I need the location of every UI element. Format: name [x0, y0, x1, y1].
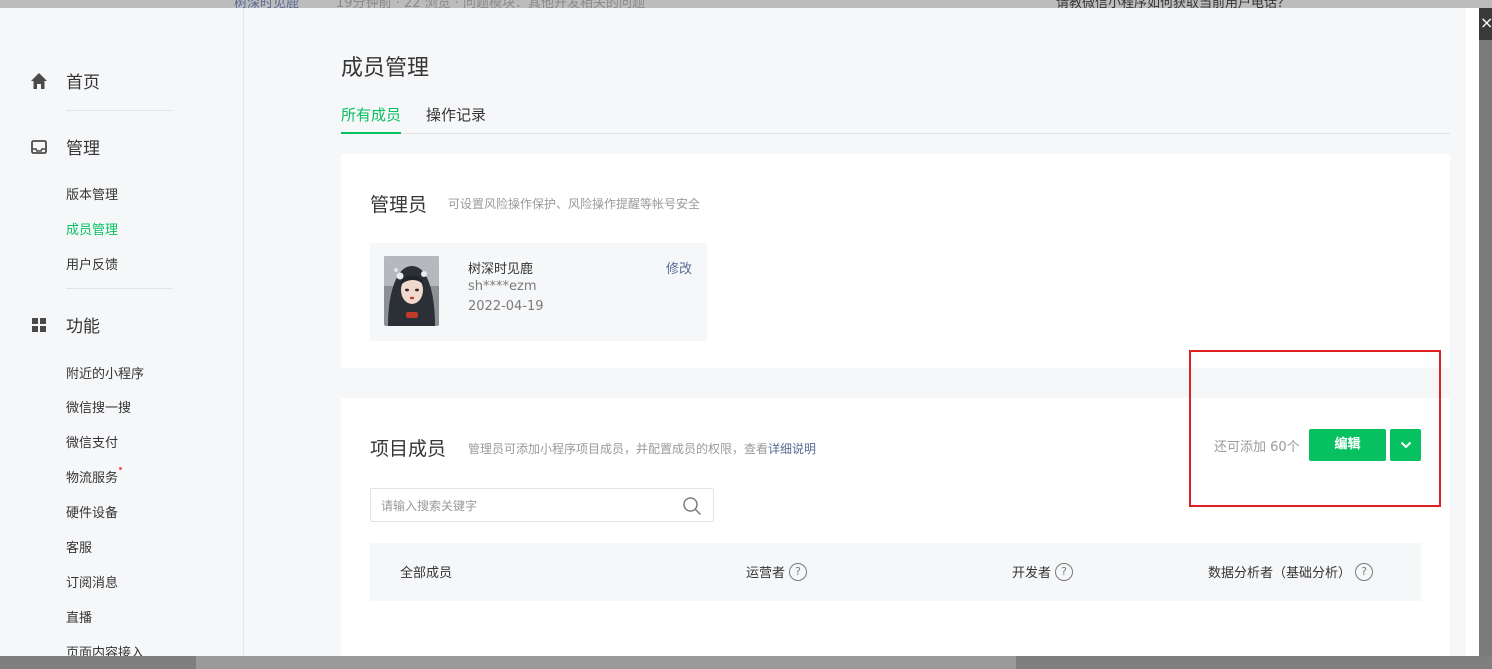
sidebar-item-feedback[interactable]: 用户反馈: [66, 254, 118, 273]
tab-all-members[interactable]: 所有成员: [341, 104, 402, 134]
page-title: 成员管理: [341, 56, 430, 81]
member-management-panel: 首页 管理 版本管理 成员管理 用户反馈 功能 附近的小程序 微信搜一搜 微信支…: [0, 8, 1466, 656]
member-search-box: [370, 488, 714, 522]
column-all-members[interactable]: 全部成员: [400, 562, 452, 581]
admin-card-desc: 可设置风险操作保护、风险操作提醒等帐号安全: [448, 197, 701, 211]
sidebar-item-label: 功能: [66, 317, 100, 337]
panel-edge: [1466, 8, 1479, 656]
sidebar-item-label: 首页: [66, 73, 100, 93]
help-icon[interactable]: ?: [1355, 562, 1374, 581]
background-page-strip: 树深时见鹿 19分钟前 · 22 浏览 · 问题模块：其他开发相关的问题 请教微…: [0, 0, 1492, 8]
admin-date: 2022-04-19: [468, 299, 544, 314]
admin-edit-link[interactable]: 修改: [666, 258, 692, 277]
admin-card-title: 管理员: [370, 194, 428, 216]
sidebar-item-page-content[interactable]: 页面内容接入: [66, 642, 144, 656]
chevron-down-icon: [1400, 441, 1411, 449]
details-link[interactable]: 详细说明: [768, 442, 816, 456]
members-card-desc-text: 管理员可添加小程序项目成员，并配置成员的权限，查看: [468, 442, 769, 456]
column-operator: 运营者?: [746, 562, 808, 581]
search-input[interactable]: [381, 497, 671, 515]
sidebar-item-manage[interactable]: 管理: [30, 134, 100, 159]
column-developer: 开发者?: [1012, 562, 1074, 581]
admin-info-box: 树深时见鹿 sh****ezm 2022-04-19 修改: [370, 243, 707, 341]
admin-account: sh****ezm: [468, 279, 537, 294]
sidebar-divider: [66, 110, 173, 111]
sidebar-item-subscribe[interactable]: 订阅消息: [66, 572, 118, 591]
sidebar-item-members[interactable]: 成员管理: [66, 219, 118, 238]
column-label: 开发者: [1012, 566, 1052, 581]
background-question: 请教微信小程序如何获取当前用户电话？: [1056, 0, 1291, 8]
column-label: 数据分析者（基础分析）: [1208, 566, 1352, 581]
sidebar-item-search[interactable]: 微信搜一搜: [66, 397, 131, 416]
column-label: 运营者: [746, 566, 786, 581]
search-icon[interactable]: [682, 496, 702, 516]
admin-card: 管理员 可设置风险操作保护、风险操作提醒等帐号安全 树深时见鹿 sh****ez…: [341, 154, 1450, 368]
sidebar-item-label: 物流服务: [66, 471, 119, 486]
column-data-analyst: 数据分析者（基础分析）?: [1208, 562, 1374, 581]
help-icon[interactable]: ?: [1055, 562, 1074, 581]
sidebar-item-service[interactable]: 客服: [66, 537, 92, 556]
admin-name: 树深时见鹿: [468, 262, 534, 277]
members-table-header: 全部成员 运营者? 开发者? 数据分析者（基础分析）?: [370, 543, 1421, 601]
tab-operation-log[interactable]: 操作记录: [426, 104, 486, 134]
sidebar-item-logistics[interactable]: 物流服务: [66, 467, 123, 486]
background-meta: 19分钟前 · 22 浏览 · 问题模块：其他开发相关的问题: [336, 0, 646, 8]
tab-bar: 所有成员 操作记录: [341, 104, 1450, 134]
grid-icon: [30, 316, 48, 334]
background-author: 树深时见鹿: [234, 0, 300, 8]
remaining-quota: 还可添加 60个: [1214, 440, 1300, 455]
column-label: 全部成员: [400, 566, 453, 581]
background-page-bottom: [0, 656, 1492, 669]
members-card-desc: 管理员可添加小程序项目成员，并配置成员的权限，查看详细说明: [468, 440, 816, 457]
members-card-title: 项目成员: [370, 438, 447, 460]
home-icon: [30, 72, 48, 90]
more-options-button[interactable]: [1390, 429, 1421, 461]
close-icon[interactable]: ×: [1479, 8, 1492, 40]
edit-members-button[interactable]: 编辑: [1309, 429, 1386, 461]
help-icon[interactable]: ?: [789, 562, 808, 581]
members-card: 项目成员 管理员可添加小程序项目成员，并配置成员的权限，查看详细说明 还可添加 …: [341, 398, 1450, 656]
sidebar-item-hardware[interactable]: 硬件设备: [66, 502, 118, 521]
main-content: 成员管理 所有成员 操作记录 管理员 可设置风险操作保护、风险操作提醒等帐号安全: [244, 8, 1466, 656]
inbox-icon: [30, 138, 48, 156]
sidebar: 首页 管理 版本管理 成员管理 用户反馈 功能 附近的小程序 微信搜一搜 微信支…: [0, 8, 244, 656]
sidebar-item-pay[interactable]: 微信支付: [66, 432, 118, 451]
sidebar-item-features[interactable]: 功能: [30, 312, 100, 337]
sidebar-item-label: 管理: [66, 139, 100, 159]
sidebar-item-versions[interactable]: 版本管理: [66, 184, 118, 203]
sidebar-divider: [66, 288, 173, 289]
avatar: [384, 256, 439, 326]
sidebar-item-nearby[interactable]: 附近的小程序: [66, 363, 144, 382]
sidebar-item-live[interactable]: 直播: [66, 607, 92, 626]
sidebar-item-home[interactable]: 首页: [30, 68, 100, 93]
new-badge-dot: [119, 467, 123, 470]
